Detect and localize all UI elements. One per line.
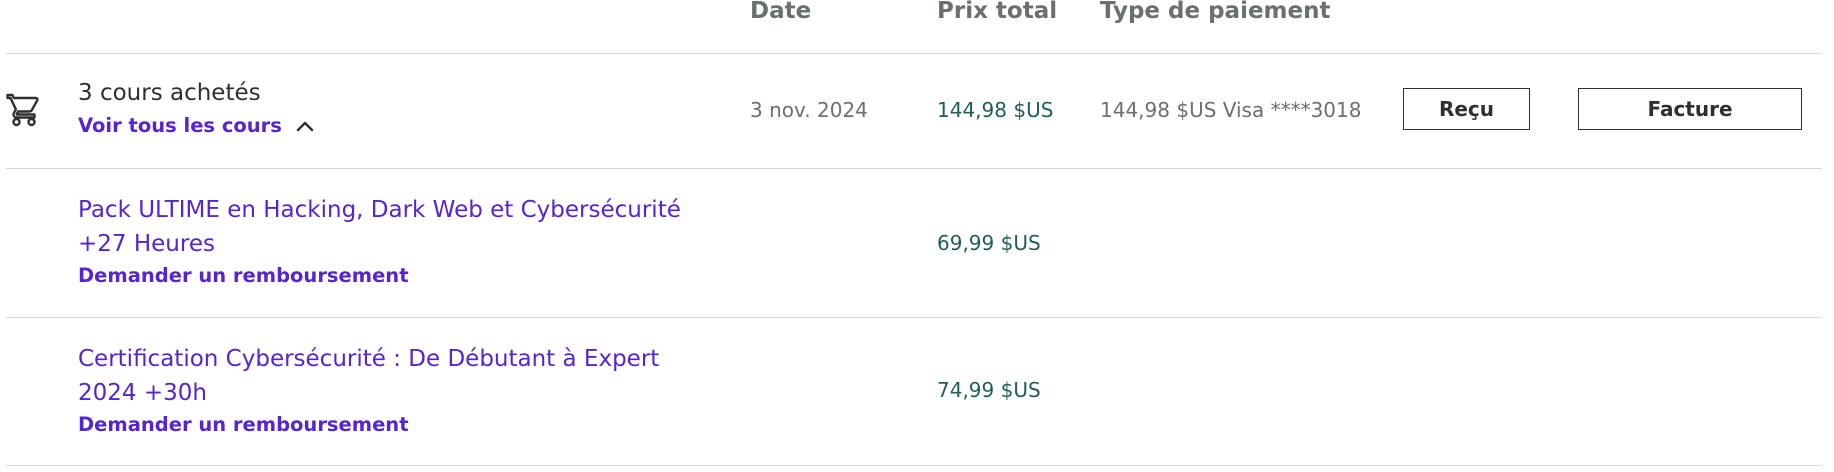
request-refund-link[interactable]: Demander un remboursement [78, 264, 409, 287]
chevron-up-icon [296, 121, 314, 131]
view-all-courses-link[interactable]: Voir tous les cours [78, 114, 314, 137]
shopping-cart-icon [6, 93, 39, 127]
course-title-link[interactable]: Pack ULTIME en Hacking, Dark Web et Cybe… [78, 193, 698, 261]
header-payment-type: Type de paiement [1100, 0, 1331, 24]
divider [6, 465, 1822, 466]
header-total-price: Prix total [937, 0, 1058, 24]
course-title-line: Certification Cybersécurité : De Débutan… [78, 346, 660, 372]
course-title-line: 2024 +30h [78, 380, 207, 406]
purchase-history: Date Prix total Type de paiement 3 cours… [0, 0, 1834, 472]
course-title-line: +27 Heures [78, 231, 215, 257]
order-total-price: 144,98 $US [937, 98, 1054, 122]
order-payment-method: 144,98 $US Visa ****3018 [1100, 98, 1362, 122]
invoice-button[interactable]: Facture [1578, 88, 1802, 130]
request-refund-link[interactable]: Demander un remboursement [78, 413, 409, 436]
course-price: 74,99 $US [937, 378, 1041, 402]
divider [6, 317, 1822, 318]
receipt-button[interactable]: Reçu [1403, 88, 1530, 130]
order-date: 3 nov. 2024 [750, 98, 868, 122]
course-price: 69,99 $US [937, 231, 1041, 255]
course-title-line: Pack ULTIME en Hacking, Dark Web et Cybe… [78, 197, 681, 223]
divider [6, 168, 1822, 169]
view-all-courses-label: Voir tous les cours [78, 114, 282, 137]
header-date: Date [750, 0, 812, 24]
course-title-link[interactable]: Certification Cybersécurité : De Débutan… [78, 342, 698, 410]
order-summary: 3 cours achetés [78, 80, 261, 106]
divider [6, 53, 1822, 54]
